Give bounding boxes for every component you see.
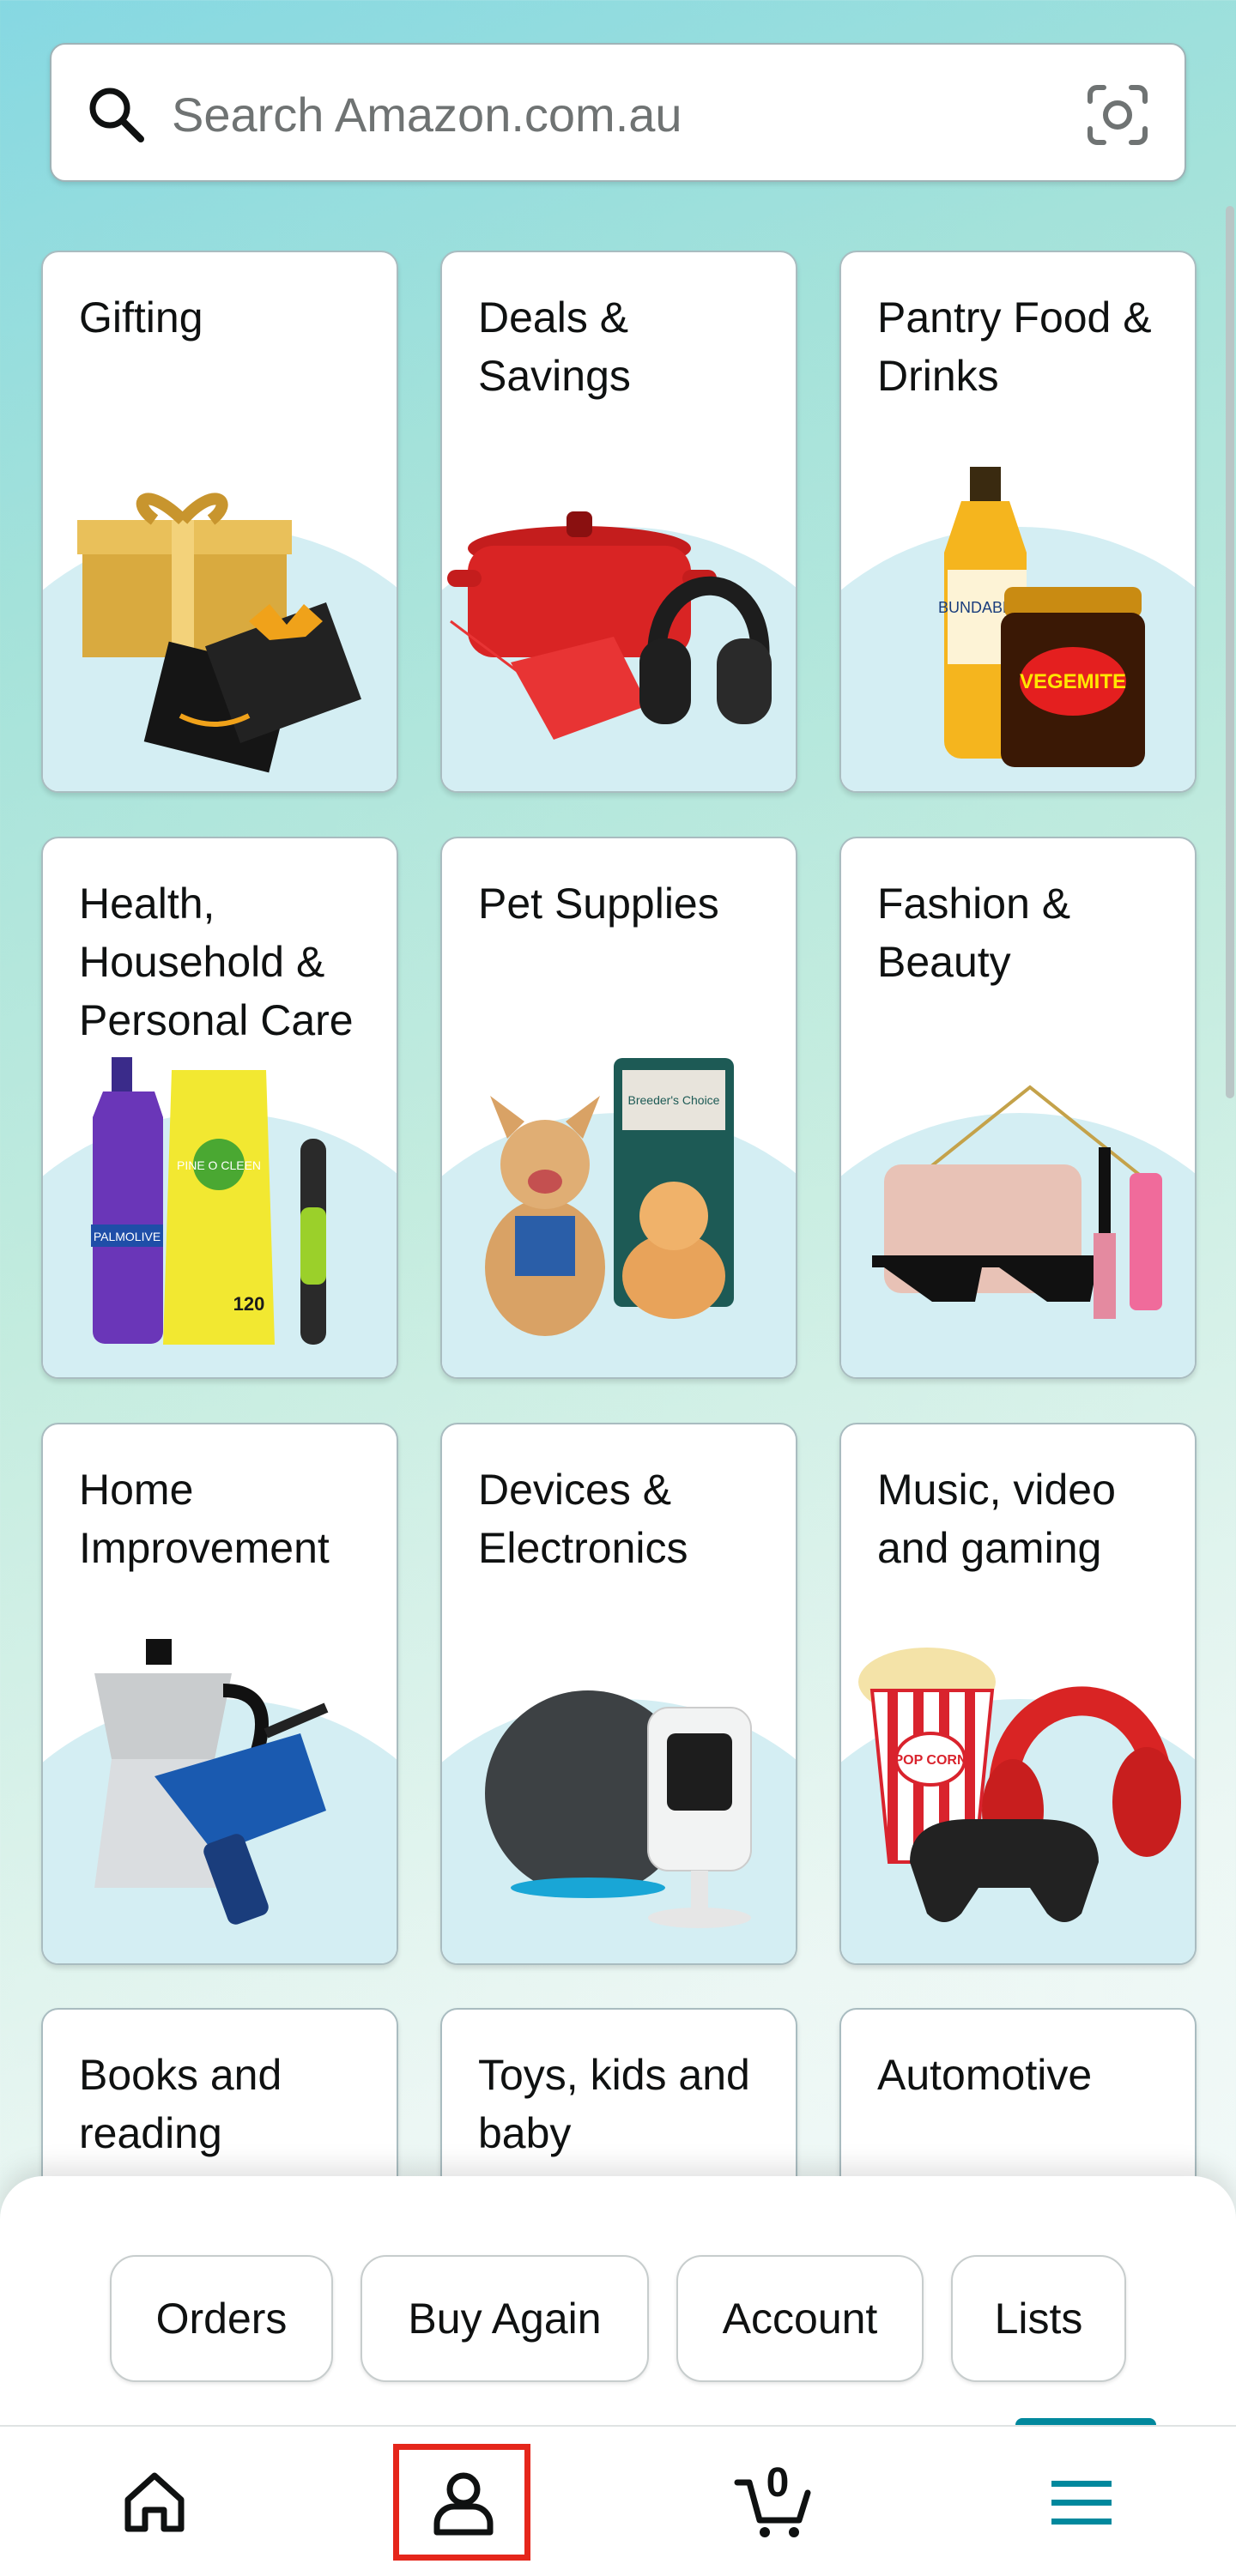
popcorn-text: POP CORN (894, 1753, 966, 1768)
quick-links-sheet: Orders Buy Again Account Lists (0, 2176, 1236, 2425)
account-highlight-box (393, 2444, 530, 2561)
menu-icon (1051, 2481, 1112, 2525)
smart-speaker-camera-image (485, 1690, 752, 1928)
category-label: Gifting (79, 293, 203, 342)
pine-text: PINE O CLEEN (177, 1158, 261, 1172)
category-tile-fashion[interactable]: Fashion & Beauty (839, 837, 1197, 1379)
category-tile-devices[interactable]: Devices & Electronics (440, 1423, 797, 1965)
category-label: Pet Supplies (478, 880, 719, 928)
category-label: Books and reading (79, 2051, 282, 2157)
health-products-image: PALMOLIVE PINE O CLEEN 120 (91, 1057, 326, 1345)
category-label: Automotive (877, 2051, 1093, 2099)
category-tile-pantry[interactable]: Pantry Food & Drinks BUNDABERG VEGEMITE (839, 251, 1197, 793)
category-tile-health[interactable]: Health, Household & Personal Care PALMOL… (41, 837, 398, 1379)
home-icon (124, 2472, 185, 2532)
category-label: Devices & Electronics (478, 1466, 688, 1572)
camera-scan-icon[interactable] (1085, 82, 1150, 148)
category-label: Fashion & Beauty (877, 880, 1071, 986)
category-tile-pet[interactable]: Pet Supplies Breeder's Choice (440, 837, 797, 1379)
buy-again-button[interactable]: Buy Again (360, 2255, 649, 2382)
pet-supplies-image: Breeder's Choice (485, 1058, 734, 1336)
category-tile-home[interactable]: Home Improvement (41, 1423, 398, 1965)
category-label: Music, video and gaming (877, 1466, 1116, 1572)
orders-button[interactable]: Orders (110, 2255, 333, 2382)
bottom-nav (0, 2425, 1236, 2576)
palmolive-text: PALMOLIVE (94, 1230, 161, 1243)
category-label: Home Improvement (79, 1466, 330, 1572)
category-label: Deals & Savings (478, 293, 631, 400)
search-bar[interactable] (50, 43, 1186, 182)
home-improvement-image (94, 1639, 329, 1925)
category-tile-music[interactable]: Music, video and gaming POP CORN (839, 1423, 1197, 1965)
search-icon (89, 88, 144, 142)
category-tile-deals[interactable]: Deals & Savings (440, 251, 797, 793)
category-label: Pantry Food & Drinks (877, 293, 1152, 400)
cart-count-badge: 0 (766, 2460, 790, 2506)
lists-button[interactable]: Lists (951, 2255, 1126, 2382)
wipes-count-text: 120 (233, 1293, 265, 1315)
search-input[interactable] (172, 79, 1030, 149)
category-label: Toys, kids and baby (478, 2051, 750, 2157)
fashion-products-image (872, 1085, 1162, 1319)
breeders-choice-text: Breeder's Choice (628, 1093, 720, 1107)
pantry-products-image: BUNDABERG VEGEMITE (938, 467, 1145, 767)
nav-menu[interactable] (927, 2427, 1236, 2576)
cookware-headphones-image (447, 511, 772, 740)
scrollbar[interactable] (1226, 206, 1234, 1098)
nav-home[interactable] (0, 2427, 309, 2576)
gift-box-image (77, 493, 361, 773)
category-tile-gifting[interactable]: Gifting (41, 251, 398, 793)
category-label: Health, Household & Personal Care (79, 880, 354, 1044)
entertainment-products-image: POP CORN (858, 1648, 1181, 1922)
vegemite-text: VEGEMITE (1020, 670, 1126, 693)
account-button[interactable]: Account (676, 2255, 924, 2382)
